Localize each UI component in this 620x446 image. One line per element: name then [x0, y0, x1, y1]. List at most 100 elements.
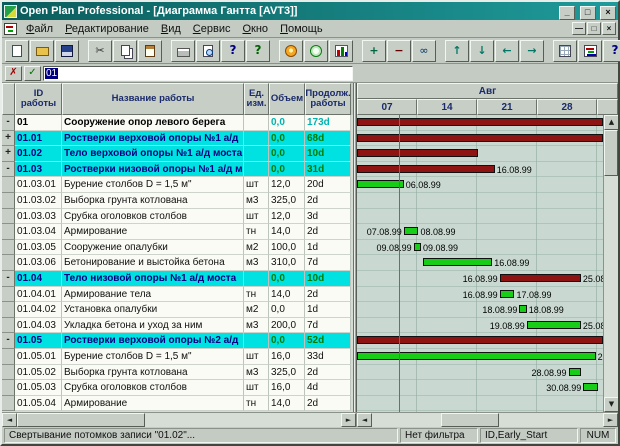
document-window-icon[interactable]	[4, 23, 17, 35]
summary-bar[interactable]	[357, 118, 603, 126]
task-bar[interactable]	[519, 305, 526, 313]
table-scroll-left-button[interactable]: ◄	[2, 413, 17, 427]
task-qty-cell[interactable]: 0,0	[269, 162, 305, 178]
qty-column-header[interactable]: Объем	[269, 83, 305, 115]
chart-button[interactable]	[329, 40, 353, 62]
task-duration-cell[interactable]: 2d	[305, 193, 351, 209]
task-name-cell[interactable]: Армирование	[62, 396, 244, 412]
task-unit-cell[interactable]: м3	[244, 318, 269, 334]
summary-bar[interactable]	[357, 134, 603, 142]
task-qty-cell[interactable]: 100,0	[269, 240, 305, 256]
save-button[interactable]	[55, 40, 79, 62]
task-qty-cell[interactable]: 16,0	[269, 349, 305, 365]
task-id-cell[interactable]: 01.05.03	[15, 380, 62, 396]
print-button[interactable]	[171, 40, 195, 62]
task-qty-cell[interactable]: 12,0	[269, 177, 305, 193]
task-qty-cell[interactable]: 0,0	[269, 302, 305, 318]
task-id-cell[interactable]: 01.05.02	[15, 365, 62, 381]
task-unit-cell[interactable]	[244, 271, 269, 287]
task-unit-cell[interactable]	[244, 115, 269, 131]
task-qty-cell[interactable]: 325,0	[269, 193, 305, 209]
task-qty-cell[interactable]: 14,0	[269, 224, 305, 240]
id-column-header[interactable]: ID работы	[15, 83, 62, 115]
task-name-cell[interactable]: Срубка оголовков столбов	[62, 380, 244, 396]
task-duration-cell[interactable]: 173d	[305, 115, 351, 131]
task-qty-cell[interactable]: 200,0	[269, 318, 305, 334]
task-id-cell[interactable]: 01.05.04	[15, 396, 62, 412]
task-qty-cell[interactable]: 0,0	[269, 271, 305, 287]
grid-button[interactable]	[553, 40, 577, 62]
help-pointer-button[interactable]	[246, 40, 270, 62]
task-bar[interactable]	[357, 352, 596, 360]
task-qty-cell[interactable]: 14,0	[269, 287, 305, 303]
task-bar[interactable]	[357, 180, 404, 188]
arrow-left-button[interactable]	[495, 40, 519, 62]
task-name-cell[interactable]: Установка опалубки	[62, 302, 244, 318]
open-button[interactable]	[30, 40, 54, 62]
unit-column-header[interactable]: Ед. изм.	[244, 83, 269, 115]
close-button[interactable]: ×	[600, 6, 616, 20]
task-duration-cell[interactable]: 10d	[305, 146, 351, 162]
task-qty-cell[interactable]: 325,0	[269, 365, 305, 381]
menu-help[interactable]: Помощь	[274, 22, 329, 36]
task-name-cell[interactable]: Ростверки верховой опоры №1 а/д	[62, 131, 244, 147]
collapse-toggle[interactable]: -	[2, 333, 15, 349]
task-duration-cell[interactable]: 3d	[305, 209, 351, 225]
mdi-restore-button[interactable]: □	[587, 22, 601, 35]
duration-column-header[interactable]: Продолж. работы	[305, 83, 351, 115]
task-bar[interactable]	[500, 290, 515, 298]
task-name-cell[interactable]: Армирование	[62, 224, 244, 240]
task-bar[interactable]	[423, 258, 492, 266]
task-unit-cell[interactable]: м3	[244, 193, 269, 209]
summary-bar[interactable]	[357, 149, 478, 157]
task-bar[interactable]	[527, 321, 581, 329]
help-book-button[interactable]	[221, 40, 245, 62]
task-unit-cell[interactable]: тн	[244, 224, 269, 240]
task-qty-cell[interactable]: 12,0	[269, 209, 305, 225]
task-duration-cell[interactable]: 2d	[305, 224, 351, 240]
gantt-scroll-thumb[interactable]	[441, 413, 499, 427]
task-name-cell[interactable]: Выборка грунта котлована	[62, 193, 244, 209]
gantt-scroll-left-button[interactable]: ◄	[357, 413, 372, 427]
task-name-cell[interactable]: Сооружение опор левого берега	[62, 115, 244, 131]
task-id-cell[interactable]: 01.03.05	[15, 240, 62, 256]
paste-button[interactable]	[138, 40, 162, 62]
task-id-cell[interactable]: 01.03.06	[15, 255, 62, 271]
task-qty-cell[interactable]: 14,0	[269, 396, 305, 412]
task-duration-cell[interactable]: 31d	[305, 162, 351, 178]
summary-bar[interactable]	[357, 165, 495, 173]
task-name-cell[interactable]: Армирование тела	[62, 287, 244, 303]
arrow-up-button[interactable]	[445, 40, 469, 62]
link-button[interactable]	[412, 40, 436, 62]
gantt-horizontal-scrollbar[interactable]: ◄ ►	[357, 413, 618, 427]
minus-button[interactable]	[387, 40, 411, 62]
gantt-scroll-track[interactable]	[372, 413, 603, 427]
task-qty-cell[interactable]: 310,0	[269, 255, 305, 271]
minimize-button[interactable]: _	[559, 6, 575, 20]
task-name-cell[interactable]: Бурение столбов D = 1,5 м"	[62, 349, 244, 365]
task-name-cell[interactable]: Выборка грунта котлована	[62, 365, 244, 381]
task-id-cell[interactable]: 01.05.01	[15, 349, 62, 365]
table-horizontal-scrollbar[interactable]: ◄ ►	[2, 413, 357, 427]
table-scroll-right-button[interactable]: ►	[341, 413, 356, 427]
copy-button[interactable]	[113, 40, 137, 62]
task-bar[interactable]	[404, 227, 419, 235]
task-duration-cell[interactable]: 7d	[305, 318, 351, 334]
scroll-down-button[interactable]: ▼	[604, 397, 618, 412]
cancel-edit-button[interactable]: ✗	[5, 66, 22, 81]
task-qty-cell[interactable]: 0,0	[269, 115, 305, 131]
task-id-cell[interactable]: 01.04.03	[15, 318, 62, 334]
task-name-cell[interactable]: Бурение столбов D = 1,5 м"	[62, 177, 244, 193]
task-id-cell[interactable]: 01.05	[15, 333, 62, 349]
task-qty-cell[interactable]: 0,0	[269, 131, 305, 147]
task-name-cell[interactable]: Ростверки верховой опоры №2 а/д	[62, 333, 244, 349]
menu-window[interactable]: Окно	[236, 22, 274, 36]
task-unit-cell[interactable]: м3	[244, 255, 269, 271]
gantt-scroll-right-button[interactable]: ►	[603, 413, 618, 427]
task-unit-cell[interactable]: м2	[244, 240, 269, 256]
arrow-right-button[interactable]	[520, 40, 544, 62]
task-duration-cell[interactable]: 33d	[305, 349, 351, 365]
task-duration-cell[interactable]: 4d	[305, 380, 351, 396]
menu-tools[interactable]: Сервис	[187, 22, 237, 36]
task-unit-cell[interactable]: шт	[244, 177, 269, 193]
